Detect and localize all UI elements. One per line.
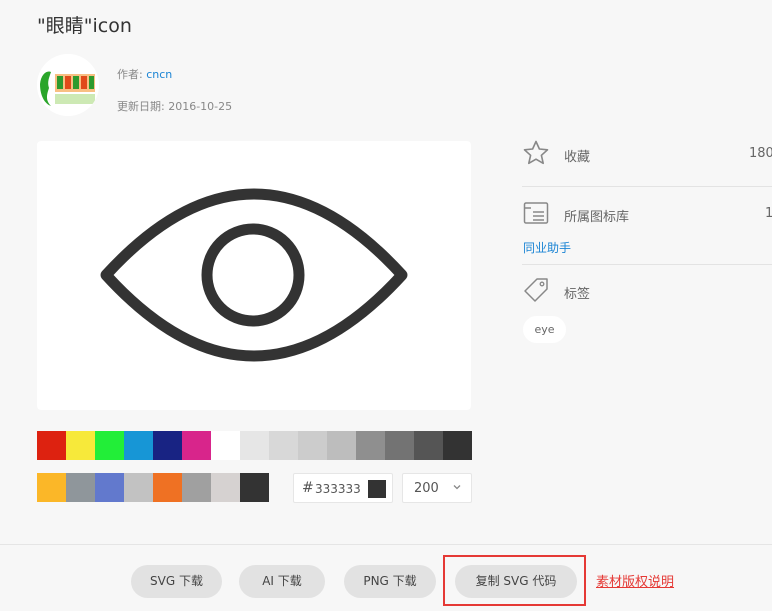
library-count: 1	[765, 206, 772, 221]
library-link[interactable]: 同业助手	[523, 239, 571, 256]
color-swatch[interactable]	[124, 473, 153, 502]
color-swatch[interactable]	[124, 431, 153, 460]
color-swatch[interactable]	[356, 431, 385, 460]
color-swatch[interactable]	[66, 473, 95, 502]
png-download-button[interactable]: PNG 下载	[344, 565, 436, 598]
page-title: "眼睛"icon	[37, 15, 132, 37]
color-swatch[interactable]	[95, 431, 124, 460]
color-swatch[interactable]	[182, 473, 211, 502]
color-swatch[interactable]	[443, 431, 472, 460]
color-swatch[interactable]	[37, 473, 66, 502]
color-swatch[interactable]	[95, 473, 124, 502]
hex-color-input[interactable]: # 333333	[293, 473, 393, 503]
svg-download-button[interactable]: SVG 下载	[131, 565, 222, 598]
avatar-logo-image	[37, 54, 99, 116]
chevron-down-icon	[453, 485, 461, 490]
size-select[interactable]: 200	[402, 473, 472, 503]
color-swatch[interactable]	[153, 473, 182, 502]
eye-icon	[100, 188, 408, 362]
size-select-value: 200	[414, 481, 439, 496]
author-label: 作者:	[117, 68, 143, 81]
icon-preview	[37, 141, 471, 410]
color-swatch[interactable]	[414, 431, 443, 460]
ai-download-button[interactable]: AI 下载	[239, 565, 325, 598]
color-swatch[interactable]	[385, 431, 414, 460]
author-avatar[interactable]	[37, 54, 99, 116]
color-swatch[interactable]	[240, 473, 269, 502]
color-swatch[interactable]	[37, 431, 66, 460]
color-chip[interactable]	[368, 480, 386, 498]
star-icon[interactable]	[522, 139, 550, 167]
tags-label: 标签	[564, 287, 591, 302]
color-swatch[interactable]	[327, 431, 356, 460]
hex-value: 333333	[315, 482, 361, 496]
color-swatch[interactable]	[153, 431, 182, 460]
author-line: 作者: cncn	[117, 66, 172, 82]
color-palette-row-1	[37, 431, 472, 460]
footer-divider	[0, 544, 772, 545]
updated-line: 更新日期: 2016-10-25	[117, 98, 232, 114]
favorite-label: 收藏	[564, 150, 591, 165]
color-swatch[interactable]	[182, 431, 211, 460]
color-swatch[interactable]	[211, 473, 240, 502]
tag-eye[interactable]: eye	[523, 316, 566, 343]
color-swatch[interactable]	[211, 431, 240, 460]
updated-date: 2016-10-25	[168, 100, 233, 113]
divider	[522, 264, 772, 265]
updated-label: 更新日期:	[117, 100, 165, 113]
hash-symbol: #	[302, 480, 314, 496]
divider	[522, 186, 772, 187]
copyright-link[interactable]: 素材版权说明	[596, 571, 674, 590]
color-swatch[interactable]	[269, 431, 298, 460]
favorite-count: 180	[749, 146, 772, 161]
color-swatch[interactable]	[298, 431, 327, 460]
color-palette-row-2	[37, 473, 269, 502]
tag-icon	[524, 278, 548, 302]
color-swatch[interactable]	[240, 431, 269, 460]
library-label: 所属图标库	[564, 210, 630, 225]
color-swatch[interactable]	[66, 431, 95, 460]
author-link[interactable]: cncn	[146, 68, 172, 81]
library-list-icon	[523, 202, 549, 224]
highlight-frame	[443, 555, 586, 606]
